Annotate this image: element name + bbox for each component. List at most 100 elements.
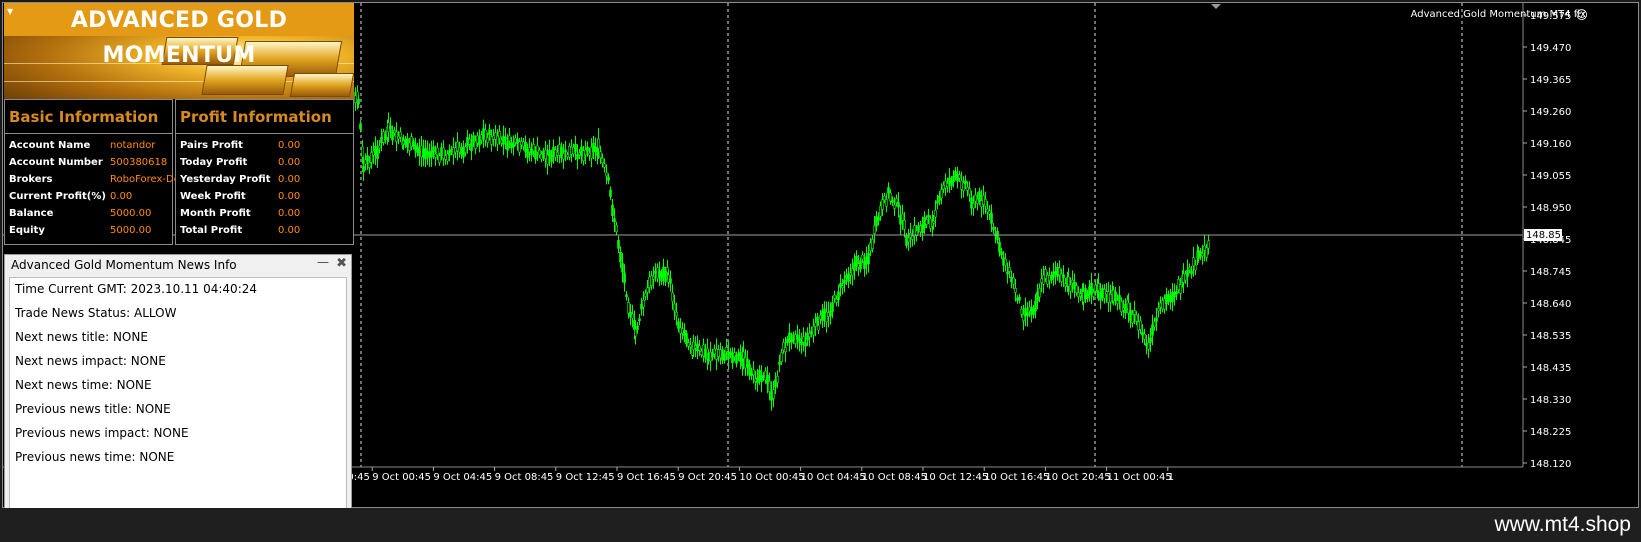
close-icon[interactable]: ✖	[336, 256, 347, 271]
candle-body	[607, 176, 610, 181]
profit-info-label: Total Profit	[180, 225, 243, 236]
candle-body	[768, 381, 771, 392]
basic-info-value: notandor	[110, 140, 156, 151]
candle-body	[984, 199, 987, 207]
footer-brand-text: www.mt4.shop	[1494, 513, 1631, 536]
candle-body	[925, 219, 928, 225]
candle-body	[1169, 296, 1172, 303]
basic-info-row: Account Name notandor	[9, 140, 155, 151]
candle-body	[873, 225, 876, 234]
candle-body	[1024, 308, 1027, 316]
candle-body	[1064, 283, 1067, 287]
candle-body	[1135, 314, 1138, 322]
candle-body	[675, 311, 678, 317]
minimize-icon[interactable]: —	[317, 255, 329, 269]
time-tick-label: 9 Oct 12:45	[556, 472, 615, 483]
candle-body	[1203, 245, 1206, 251]
time-tick-label: 1	[1168, 472, 1174, 483]
candle-body	[644, 293, 647, 297]
gold-bar-image	[289, 73, 354, 97]
basic-information-panel: Basic Information Account Name notandor Ac…	[4, 99, 180, 245]
candle-body	[617, 240, 620, 249]
candle-body	[927, 215, 930, 218]
price-tick-label: 148.950	[1530, 203, 1571, 214]
price-tick-label: 148.120	[1530, 459, 1571, 470]
banner-collapse-icon[interactable]: ▼	[7, 7, 13, 16]
candle-body	[603, 163, 606, 168]
candle-body	[357, 98, 360, 105]
profit-information-title: Profit Information	[176, 100, 353, 134]
candle-body	[1054, 271, 1057, 275]
candle-body	[778, 362, 781, 365]
news-info-window[interactable]: Advanced Gold Momentum News Info — ✖ Tim…	[4, 254, 352, 509]
news-info-line: Previous news title: NONE	[15, 402, 171, 416]
candle-body	[1038, 288, 1041, 298]
candle-body	[817, 325, 820, 331]
profit-info-value: 0.00	[278, 174, 301, 185]
candle-body	[936, 200, 939, 204]
candle-body	[776, 376, 779, 383]
candle-body	[837, 291, 840, 300]
candle-body	[546, 154, 549, 165]
candle-body	[996, 231, 999, 241]
news-info-line: Next news title: NONE	[15, 330, 148, 344]
candle-body	[1145, 343, 1148, 347]
candle-body	[812, 326, 815, 336]
candle-body	[1118, 295, 1121, 301]
candle-body	[843, 279, 846, 284]
candle-body	[506, 141, 509, 151]
candle-body	[389, 125, 392, 130]
candle-body	[1127, 302, 1130, 314]
candle-body	[1173, 291, 1176, 298]
candle-body	[1107, 291, 1110, 303]
candle-body	[1079, 293, 1082, 297]
candle-body	[972, 203, 975, 209]
profit-info-row: Yesterday Profit 0.00	[180, 174, 300, 185]
ea-banner: ADVANCED GOLD MOMENTUM ▼	[4, 3, 354, 99]
candle-body	[1201, 253, 1204, 257]
candle-body	[673, 303, 676, 311]
candle-body	[1161, 300, 1164, 310]
candle-body	[671, 292, 674, 302]
candle-body	[378, 145, 381, 149]
candle-body	[1157, 308, 1160, 311]
candle-body	[1186, 269, 1189, 277]
candle-body	[399, 131, 402, 138]
candle-body	[512, 143, 515, 148]
price-tick-label: 148.535	[1530, 331, 1571, 342]
price-tick-label: 148.640	[1530, 299, 1571, 310]
ea-smiley-icon[interactable]: ☺	[1575, 8, 1588, 22]
candle-body	[1205, 247, 1208, 258]
candle-body	[376, 148, 379, 160]
candle-body	[1165, 294, 1168, 305]
candle-body	[725, 347, 728, 353]
candle-body	[627, 302, 630, 314]
candle-body	[1141, 331, 1144, 336]
time-tick-label: 10 Oct 04:45	[801, 472, 866, 483]
time-tick-label: 10 Oct 20:45	[1045, 472, 1110, 483]
candle-body	[438, 155, 441, 163]
candle-body	[772, 389, 775, 399]
candle-body	[752, 369, 755, 376]
candle-body	[464, 146, 467, 153]
candle-body	[1046, 274, 1049, 285]
candle-body	[1018, 296, 1021, 301]
news-info-body: Time Current GMT: 2023.10.11 04:40:24 Tra…	[9, 277, 347, 508]
candle-body	[1116, 300, 1119, 304]
candle-body	[934, 210, 937, 218]
basic-info-value: 5000.00	[110, 208, 152, 219]
time-tick-label: 9 Oct 00:45	[372, 472, 431, 483]
chart-shift-marker[interactable]	[1211, 4, 1221, 9]
basic-info-label: Equity	[9, 225, 45, 236]
candle-body	[816, 316, 819, 323]
candle-body	[631, 313, 634, 319]
time-tick-label: 9 Oct 04:45	[433, 472, 492, 483]
candle-body	[946, 183, 949, 187]
candle-body	[609, 189, 612, 197]
candle-body	[1042, 274, 1045, 285]
candle-body	[1058, 267, 1061, 276]
candle-body	[597, 138, 600, 149]
candle-body	[470, 142, 473, 152]
basic-info-value: 0.00	[110, 191, 133, 202]
candle-body	[504, 137, 507, 140]
